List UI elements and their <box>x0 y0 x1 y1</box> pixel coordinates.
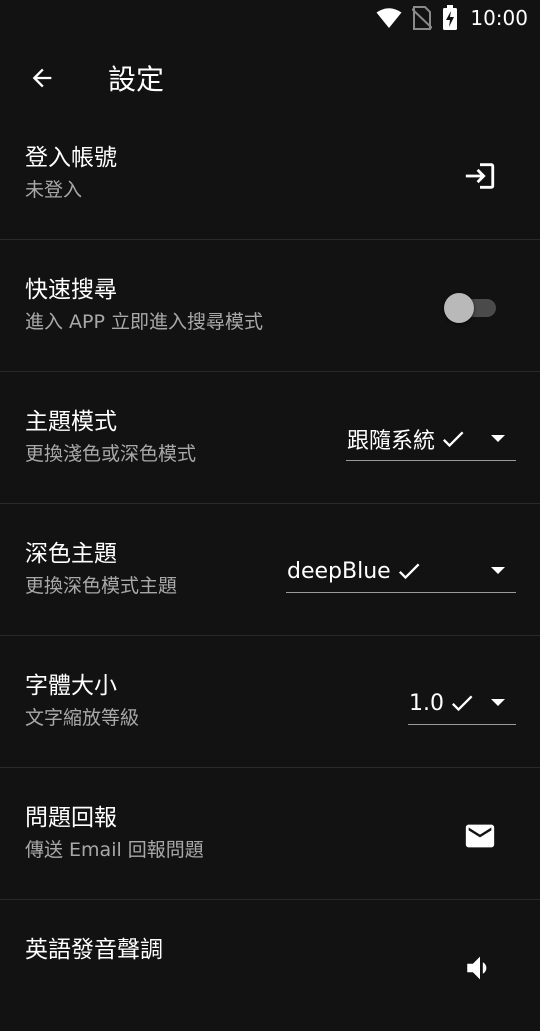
setting-title: 英語發音聲調 <box>25 937 163 963</box>
setting-pronunciation[interactable]: 英語發音聲調 <box>0 900 540 1031</box>
status-bar: 10:00 <box>0 0 540 36</box>
mail-icon[interactable] <box>460 816 500 856</box>
back-button[interactable] <box>18 56 66 104</box>
dropdown-arrow-icon <box>480 698 516 708</box>
setting-title: 登入帳號 <box>25 145 117 171</box>
setting-title: 字體大小 <box>25 673 117 699</box>
login-icon[interactable] <box>460 156 500 196</box>
page-title: 設定 <box>108 63 165 96</box>
clock: 10:00 <box>470 6 528 30</box>
battery-charging-icon <box>442 5 458 31</box>
setting-subtitle: 未登入 <box>25 179 83 201</box>
setting-subtitle: 文字縮放等級 <box>25 707 140 729</box>
setting-subtitle: 更換深色模式主題 <box>25 575 178 597</box>
setting-title: 問題回報 <box>25 805 117 831</box>
dropdown-value: deepBlue <box>287 558 391 584</box>
check-icon <box>448 689 476 717</box>
setting-subtitle: 傳送 Email 回報問題 <box>25 839 204 861</box>
settings-list: 登入帳號 未登入 快速搜尋 進入 APP 立即進入搜尋模式 主題模式 更換淺色或… <box>0 108 540 1031</box>
setting-font-size: 字體大小 文字縮放等級 1.0 <box>0 636 540 768</box>
app-bar: 設定 <box>0 44 540 116</box>
quick-search-toggle[interactable] <box>444 290 496 323</box>
setting-title: 主題模式 <box>25 409 117 435</box>
check-icon <box>395 557 423 585</box>
dropdown-value: 1.0 <box>409 690 444 716</box>
speaker-icon[interactable] <box>460 948 500 988</box>
no-sim-icon <box>412 6 433 30</box>
arrow-left-icon <box>28 64 56 96</box>
dropdown-arrow-icon <box>480 566 516 576</box>
setting-login[interactable]: 登入帳號 未登入 <box>0 108 540 240</box>
setting-quick-search[interactable]: 快速搜尋 進入 APP 立即進入搜尋模式 <box>0 240 540 372</box>
dropdown-value: 跟隨系統 <box>347 429 436 454</box>
check-icon <box>439 425 467 453</box>
setting-dark-theme: 深色主題 更換深色模式主題 deepBlue <box>0 504 540 636</box>
setting-feedback[interactable]: 問題回報 傳送 Email 回報問題 <box>0 768 540 900</box>
dropdown-arrow-icon <box>480 434 516 444</box>
toggle-thumb <box>444 293 474 323</box>
font-size-dropdown[interactable]: 1.0 <box>408 682 516 725</box>
setting-title: 深色主題 <box>25 541 117 567</box>
dark-theme-dropdown[interactable]: deepBlue <box>286 550 516 593</box>
setting-subtitle: 進入 APP 立即進入搜尋模式 <box>25 311 263 333</box>
setting-subtitle: 更換淺色或深色模式 <box>25 443 197 465</box>
theme-mode-dropdown[interactable]: 跟隨系統 <box>346 418 516 461</box>
wifi-icon <box>376 7 402 29</box>
setting-theme-mode: 主題模式 更換淺色或深色模式 跟隨系統 <box>0 372 540 504</box>
setting-title: 快速搜尋 <box>25 277 117 303</box>
